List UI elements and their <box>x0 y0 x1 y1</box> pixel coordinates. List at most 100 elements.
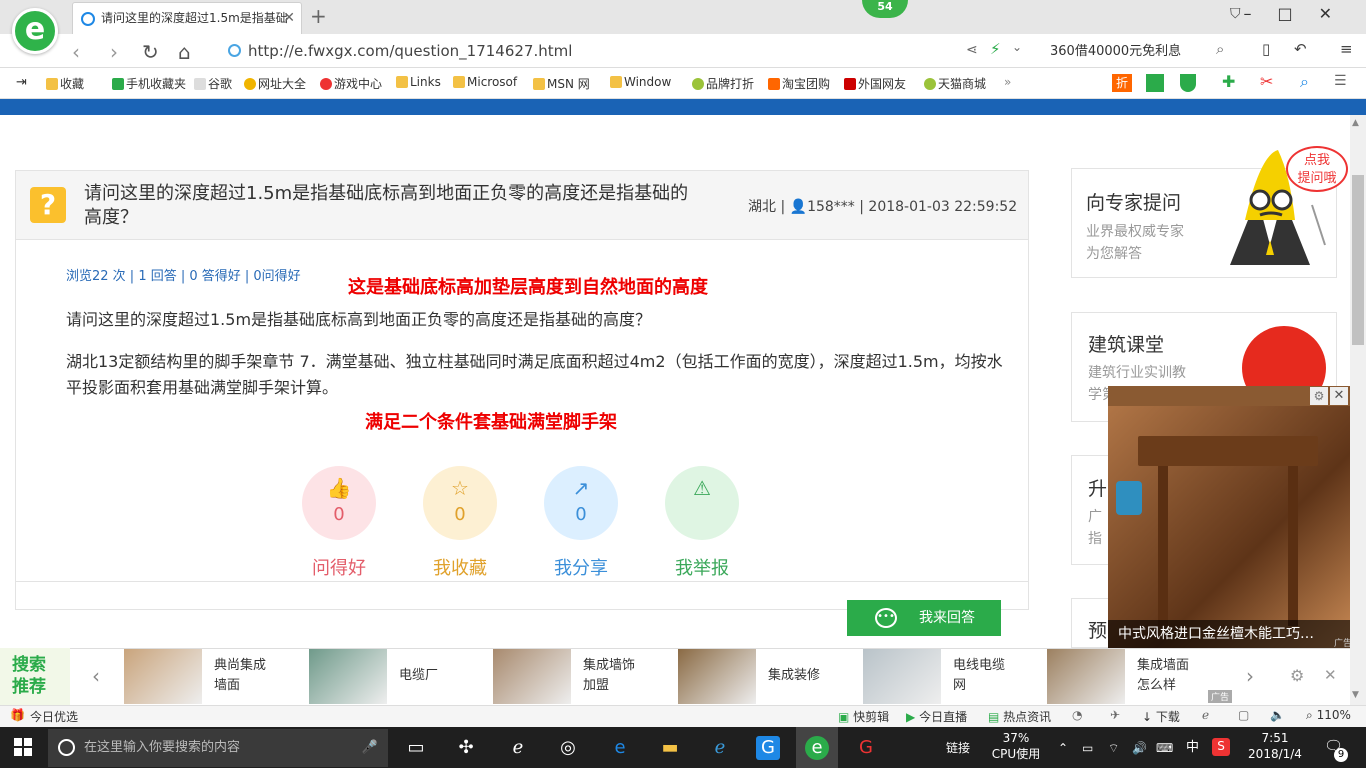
address-ad-text[interactable]: 360借40000元免利息 <box>1050 40 1181 59</box>
scrollbar-thumb[interactable] <box>1352 175 1364 345</box>
sogou-icon[interactable]: S <box>1212 738 1230 756</box>
app-swirl-icon[interactable]: ◎ <box>556 736 580 760</box>
keyboard-icon[interactable]: ⌨ <box>1156 740 1173 756</box>
bookmark-taobao[interactable]: 淘宝团购 <box>768 75 830 92</box>
task-view-icon[interactable]: ▭ <box>404 736 428 760</box>
search-icon[interactable]: ⌕ <box>1216 40 1224 58</box>
sidebar-toggle-icon[interactable]: ⇥ <box>16 75 27 90</box>
refresh-icon[interactable]: ↻ <box>142 40 159 64</box>
scissors-icon[interactable]: ✂ <box>1260 72 1273 91</box>
bookmark-google[interactable]: 谷歌 <box>194 75 232 92</box>
taskbar-search[interactable]: 在这里输入你要搜索的内容 🎤 <box>48 729 388 767</box>
ad-caption[interactable]: 中式风格进口金丝檀木能工巧… <box>1108 620 1350 648</box>
close-recommend-icon[interactable]: ✕ <box>1324 666 1337 684</box>
bookmark-tmall[interactable]: 天猫商城 <box>924 75 986 92</box>
shirt-icon[interactable]: ⛉ <box>1230 6 1241 22</box>
tab-close-icon[interactable]: ✕ <box>283 3 295 33</box>
new-tab-icon[interactable]: + <box>310 4 327 28</box>
bookmark-favorites[interactable]: 收藏 <box>46 75 84 92</box>
prev-arrow-icon[interactable]: ‹ <box>92 664 100 688</box>
ie-icon[interactable]: ℯ <box>708 736 732 760</box>
action-label[interactable]: 我收藏 <box>423 554 497 580</box>
recommend-thumbnail[interactable] <box>309 649 387 704</box>
status-download[interactable]: ↓ 下载 <box>1142 708 1180 725</box>
bookmark-hao[interactable]: 网址大全 <box>244 75 306 92</box>
360-browser-icon[interactable]: e <box>805 736 829 760</box>
bookmark-brand[interactable]: 品牌打折 <box>692 75 754 92</box>
minimize-icon[interactable]: – <box>1243 4 1277 23</box>
tab-active[interactable]: 请问这里的深度超过1.5m是指基础 ✕ <box>72 2 302 34</box>
url-input[interactable]: http://e.fwxgx.com/question_1714627.html <box>228 38 948 64</box>
action-label[interactable]: 问得好 <box>302 554 376 580</box>
recommend-thumbnail[interactable] <box>863 649 941 704</box>
zoom-control[interactable]: ⌕ 110% <box>1306 708 1351 723</box>
share-page-icon[interactable]: ⋖ <box>966 42 978 58</box>
ask-bubble[interactable]: 点我 提问哦 <box>1286 146 1348 192</box>
fan-app-icon[interactable]: ✣ <box>454 736 478 760</box>
ime-indicator[interactable]: 中 <box>1186 740 1199 756</box>
bookmark-mobile[interactable]: 手机收藏夹 <box>112 75 186 92</box>
ad-close-icon[interactable]: ✕ <box>1330 387 1348 405</box>
maximize-icon[interactable]: □ <box>1277 4 1318 23</box>
clock[interactable]: 7:51 2018/1/4 <box>1244 730 1306 762</box>
plus-icon[interactable]: ✚ <box>1222 72 1235 91</box>
popup-ad[interactable] <box>1108 386 1350 648</box>
browser-logo-icon[interactable]: e <box>12 8 58 54</box>
bookmark-msn[interactable]: MSN 网 <box>533 75 590 92</box>
lightning-icon[interactable]: ⚡ <box>990 40 1001 58</box>
toolbar-menu-icon[interactable]: ☰ <box>1334 73 1347 89</box>
bookmark-windows[interactable]: Window <box>610 75 671 89</box>
answer-button[interactable]: ••• 我来回答 <box>847 600 1001 636</box>
action-star-button[interactable]: ☆ 0 <box>423 466 497 540</box>
bookmarks-more-icon[interactable]: » <box>1004 75 1011 89</box>
close-window-icon[interactable]: ✕ <box>1319 4 1358 23</box>
recommend-thumbnail[interactable] <box>493 649 571 704</box>
ie-mode-icon[interactable]: ℯ <box>1202 708 1209 722</box>
recommend-item-label[interactable]: 典尚集成 墙面 <box>214 656 266 696</box>
file-explorer-icon[interactable]: ▬ <box>658 736 682 760</box>
next-arrow-icon[interactable]: › <box>1246 664 1254 688</box>
shield-icon[interactable] <box>1180 74 1196 92</box>
scroll-up-icon[interactable]: ▲ <box>1352 118 1359 128</box>
recommend-item-label[interactable]: 电线电缆 网 <box>953 656 1005 696</box>
recommend-item-label[interactable]: 集成装修 <box>768 666 820 686</box>
menu-icon[interactable]: ≡ <box>1340 40 1353 58</box>
recommend-item-label[interactable]: 电缆厂 <box>399 666 438 686</box>
undo-icon[interactable]: ↶ <box>1294 40 1307 58</box>
recommend-thumbnail[interactable] <box>678 649 756 704</box>
forward-icon[interactable]: › <box>110 40 118 64</box>
status-news[interactable]: ▤ 热点资讯 <box>988 708 1051 725</box>
edge-browser-icon[interactable]: ℯ <box>506 736 530 760</box>
status-quick-edit[interactable]: ▣ 快剪辑 <box>838 708 889 725</box>
microphone-icon[interactable]: 🎤 <box>362 729 378 767</box>
speed-icon[interactable]: ◔ <box>1072 708 1082 722</box>
ad-settings-icon[interactable]: ⚙ <box>1310 387 1328 405</box>
action-warning-button[interactable]: ⚠ <box>665 466 739 540</box>
magnifier-icon[interactable]: ⌕ <box>1300 72 1309 92</box>
question-user[interactable]: 158*** <box>807 199 855 215</box>
speaker-icon[interactable]: 🔊 <box>1132 740 1147 756</box>
recommend-item-label[interactable]: 集成墙饰 加盟 <box>583 656 635 696</box>
windows-start-icon[interactable] <box>14 738 32 756</box>
status-live[interactable]: ▶ 今日直播 <box>906 708 967 725</box>
mobile-icon[interactable]: ▯ <box>1262 40 1270 58</box>
wifi-icon[interactable]: ⌔ <box>1108 740 1119 756</box>
volume-icon[interactable]: 🔈 <box>1270 708 1285 722</box>
pin-icon[interactable]: ✈ <box>1110 708 1120 722</box>
bookmark-games[interactable]: 游戏中心 <box>320 75 382 92</box>
tray-up-icon[interactable]: ⌃ <box>1058 740 1068 756</box>
home-icon[interactable]: ⌂ <box>178 40 191 64</box>
action-label[interactable]: 我举报 <box>665 554 739 580</box>
action-thumbs-up-button[interactable]: 👍 0 <box>302 466 376 540</box>
bookmark-microsoft[interactable]: Microsof <box>453 75 517 89</box>
settings-icon[interactable]: ⚙ <box>1290 666 1304 685</box>
recommend-thumbnail[interactable] <box>124 649 202 704</box>
chevron-down-icon[interactable]: ⌄ <box>1012 40 1022 54</box>
book-icon[interactable] <box>1146 74 1164 92</box>
battery-icon[interactable]: ▭ <box>1082 740 1093 756</box>
window-icon[interactable]: ▢ <box>1238 708 1249 722</box>
recommend-thumbnail[interactable] <box>1047 649 1125 704</box>
scroll-down-icon[interactable]: ▼ <box>1352 690 1359 700</box>
cpu-meter[interactable]: 37% CPU使用 <box>990 730 1042 762</box>
back-icon[interactable]: ‹ <box>72 40 80 64</box>
